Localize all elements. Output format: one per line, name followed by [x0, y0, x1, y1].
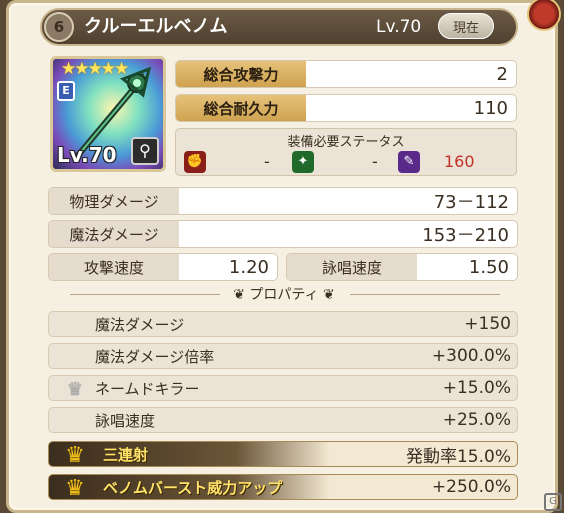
property-value: 発動率15.0% — [405, 446, 511, 467]
total-durability-label: 総合耐久力 — [176, 95, 306, 121]
rarity-stars: ★★★★★ — [61, 59, 129, 79]
key-icon: ⚲ — [131, 137, 159, 165]
total-durability-row: 総合耐久力 110 — [175, 94, 517, 122]
lock-icon[interactable]: 6 — [44, 12, 74, 42]
total-durability-value: 110 — [473, 97, 508, 119]
item-name: クルーエルベノム — [84, 16, 228, 37]
magic-damage-value: 153－210 — [422, 225, 509, 246]
dexterity-icon: ✦ — [292, 151, 314, 173]
ornament-left-icon: ❦ — [233, 287, 250, 303]
property-row: 魔法ダメージ +150 — [48, 311, 518, 337]
magic-requirement: 160 — [444, 152, 475, 171]
close-icon[interactable] — [527, 0, 561, 31]
property-value: +300.0% — [431, 346, 511, 366]
cast-speed-label: 詠唱速度 — [287, 254, 417, 280]
special-property-row: ♛ 三連射 発動率15.0% — [48, 441, 518, 468]
gold-crown-icon: ♛ — [65, 475, 85, 501]
property-name: 魔法ダメージ — [95, 315, 185, 334]
properties-header: ❦ プロパティ ❦ — [50, 284, 518, 306]
strength-icon: ✊ — [184, 151, 206, 173]
total-attack-value: 2 — [496, 63, 508, 85]
watermark-icon: G — [544, 493, 562, 511]
requirements-title: 装備必要ステータス — [287, 135, 405, 150]
property-name: 三連射 — [103, 445, 149, 464]
property-value: +150 — [464, 314, 511, 334]
rarity-badge: E — [57, 81, 75, 101]
property-name: 魔法ダメージ倍率 — [95, 347, 215, 366]
attack-speed-row: 攻撃速度 1.20 — [48, 253, 278, 281]
ornament-right-icon: ❦ — [323, 287, 335, 303]
property-name: ネームドキラー — [95, 379, 200, 398]
cast-speed-row: 詠唱速度 1.50 — [286, 253, 518, 281]
properties-title: プロパティ — [249, 287, 319, 303]
property-name: 詠唱速度 — [95, 411, 156, 430]
property-name: ベノムバースト威力アップ — [103, 478, 283, 497]
property-value: +15.0% — [442, 378, 511, 398]
property-value: +250.0% — [431, 477, 511, 497]
item-level: Lv.70 — [376, 17, 422, 37]
gold-crown-icon: ♛ — [65, 442, 85, 468]
physical-damage-value: 73－112 — [433, 192, 509, 213]
dexterity-requirement: - — [372, 152, 378, 171]
attack-speed-value: 1.20 — [228, 256, 269, 278]
current-button[interactable]: 現在 — [438, 13, 494, 39]
magic-damage-row: 魔法ダメージ 153－210 — [48, 220, 518, 248]
property-value: +25.0% — [442, 410, 511, 430]
total-attack-label: 総合攻撃力 — [176, 61, 306, 87]
portrait-level: Lv.70 — [57, 143, 117, 167]
property-row: 魔法ダメージ倍率 +300.0% — [48, 343, 518, 369]
special-property-row: ♛ ベノムバースト威力アップ +250.0% — [48, 474, 518, 501]
strength-requirement: - — [264, 152, 270, 171]
equip-requirements: 装備必要ステータス ✊ - ✦ - ✎ 160 — [175, 128, 517, 176]
total-attack-row: 総合攻撃力 2 — [175, 60, 517, 88]
silver-crown-icon: ♛ — [66, 378, 84, 400]
weapon-portrait: ★★★★★ E Lv.70 ⚲ — [50, 56, 166, 172]
cast-speed-value: 1.50 — [468, 256, 509, 278]
property-row: 詠唱速度 +25.0% — [48, 407, 518, 433]
physical-damage-row: 物理ダメージ 73－112 — [48, 187, 518, 215]
property-row: ♛ ネームドキラー +15.0% — [48, 375, 518, 401]
physical-damage-label: 物理ダメージ — [49, 188, 179, 214]
magic-icon: ✎ — [398, 151, 420, 173]
attack-speed-label: 攻撃速度 — [49, 254, 179, 280]
magic-damage-label: 魔法ダメージ — [49, 221, 179, 247]
